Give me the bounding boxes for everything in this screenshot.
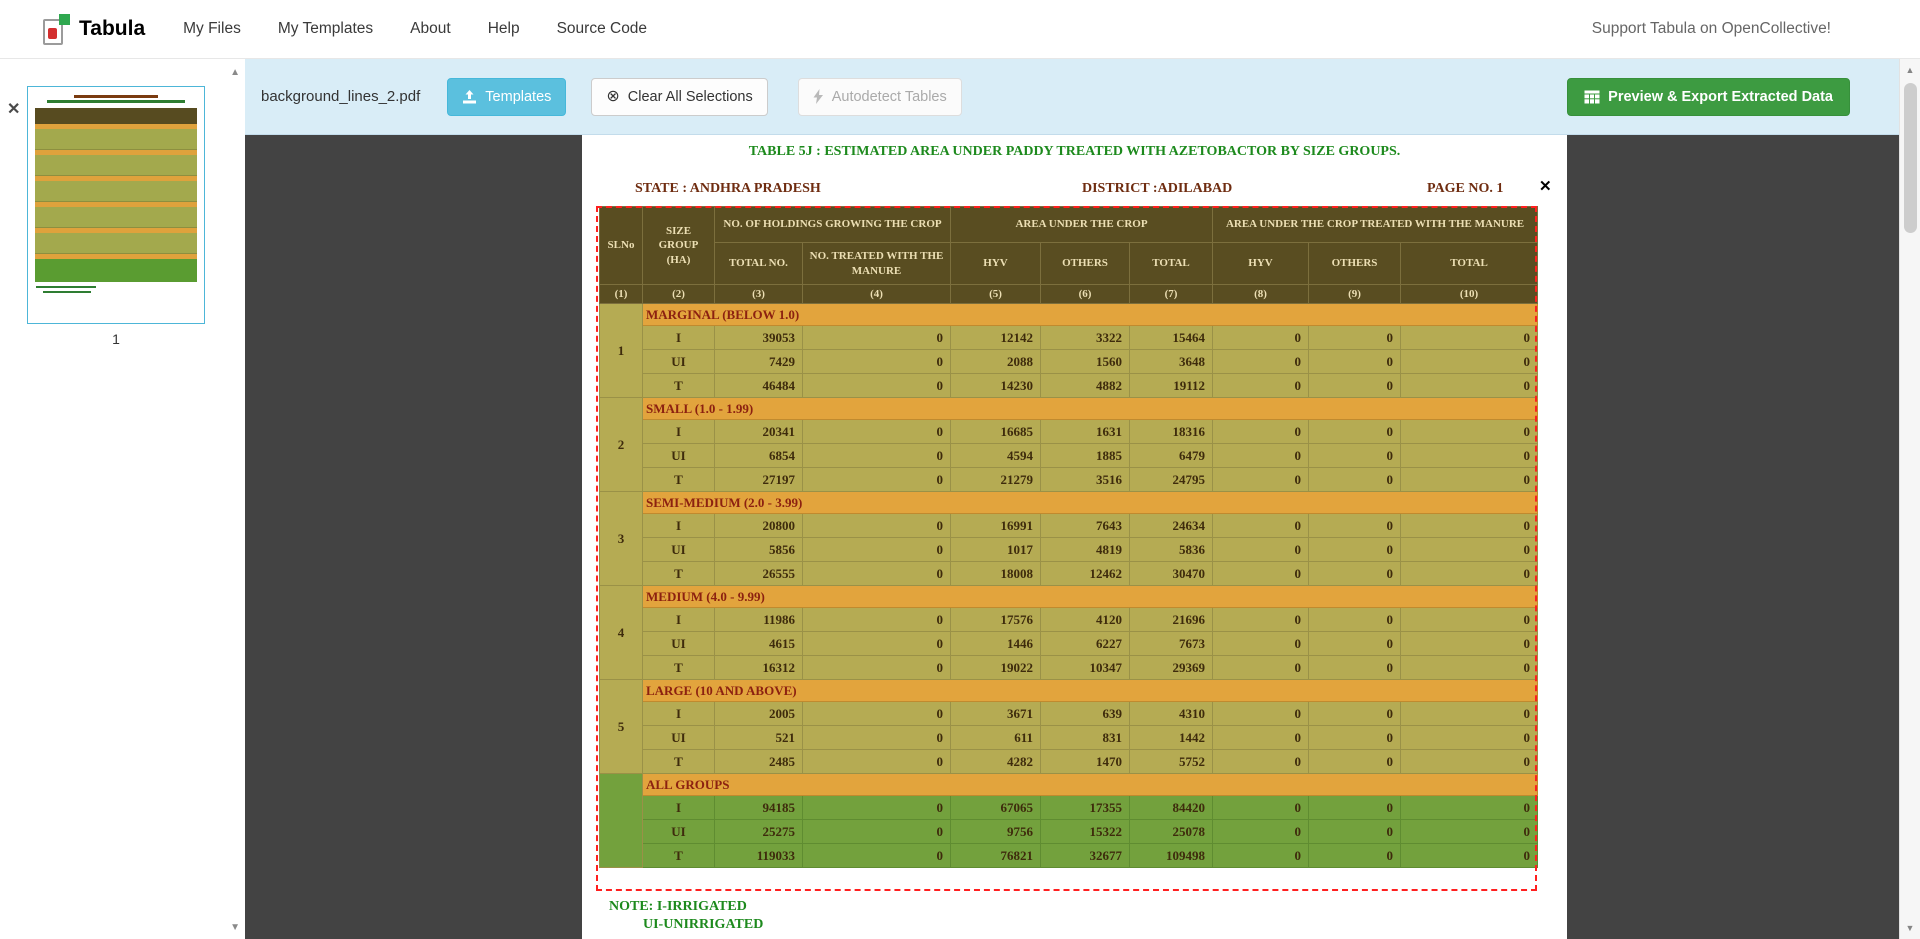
app: { "navbar": { "brand": "Tabula", "links"…	[0, 0, 1920, 939]
filename: background_lines_2.pdf	[261, 88, 420, 105]
scrollbar-up-icon[interactable]: ▲	[1900, 65, 1920, 75]
tabula-logo-icon	[43, 14, 70, 45]
thumbnail-page-number: 1	[27, 331, 205, 347]
nav-link-help[interactable]: Help	[488, 20, 520, 38]
nav-link-about[interactable]: About	[410, 20, 451, 38]
main-area: background_lines_2.pdf Templates ⊗ Clear…	[245, 59, 1920, 939]
document-meta: STATE : ANDHRA PRADESH DISTRICT :ADILABA…	[582, 181, 1567, 201]
templates-button[interactable]: Templates	[447, 78, 566, 116]
nav-link-source-code[interactable]: Source Code	[557, 20, 647, 38]
support-link[interactable]: Support Tabula on OpenCollective!	[1592, 20, 1831, 38]
page-thumbnail[interactable]	[27, 86, 205, 324]
autodetect-label: Autodetect Tables	[832, 89, 947, 105]
page-no-label: PAGE NO. 1	[1427, 181, 1503, 197]
thumb-note-line-2	[43, 291, 91, 293]
pdf-viewer: TABLE 5J : ESTIMATED AREA UNDER PADDY TR…	[245, 135, 1920, 939]
autodetect-tables-button[interactable]: Autodetect Tables	[798, 78, 962, 116]
export-label: Preview & Export Extracted Data	[1608, 89, 1833, 105]
brand-text: Tabula	[79, 17, 145, 41]
brand-link[interactable]: Tabula	[43, 14, 145, 45]
state-label: STATE : ANDHRA PRADESH	[635, 181, 821, 197]
export-button[interactable]: Preview & Export Extracted Data	[1567, 78, 1850, 116]
thumb-table-preview	[35, 108, 197, 282]
lightning-icon	[813, 89, 824, 104]
clear-selections-button[interactable]: ⊗ Clear All Selections	[591, 78, 767, 116]
sidebar-scroll-up-icon[interactable]: ▲	[230, 67, 240, 78]
document-note: NOTE: I-IRRIGATED UI-UNIRRIGATED	[609, 899, 763, 933]
upload-icon	[462, 90, 477, 104]
close-icon[interactable]: ✕	[7, 99, 20, 119]
selection-close-icon[interactable]: ✕	[1539, 177, 1552, 195]
clear-selections-label: Clear All Selections	[628, 89, 753, 105]
clear-circle-icon: ⊗	[606, 89, 619, 105]
templates-label: Templates	[485, 89, 551, 105]
nav-link-my-templates[interactable]: My Templates	[278, 20, 373, 38]
nav-link-my-files[interactable]: My Files	[183, 20, 241, 38]
navbar: Tabula My Files My Templates About Help …	[0, 0, 1920, 59]
selection-box[interactable]	[596, 206, 1537, 891]
scrollbar-thumb[interactable]	[1904, 83, 1917, 233]
district-label: DISTRICT :ADILABAD	[1082, 181, 1232, 197]
logo-pdf-mark	[48, 28, 57, 39]
scrollbar-down-icon[interactable]: ▼	[1900, 923, 1920, 933]
document-title: TABLE 5J : ESTIMATED AREA UNDER PADDY TR…	[582, 144, 1567, 160]
thumb-title-line	[74, 95, 158, 98]
sidebar: ✕ 1 ▲ ▼	[0, 59, 245, 939]
note-line-2: UI-UNIRRIGATED	[643, 917, 763, 933]
thumb-note-line	[36, 286, 96, 288]
toolbar: background_lines_2.pdf Templates ⊗ Clear…	[245, 59, 1920, 135]
nav-links: My Files My Templates About Help Source …	[183, 20, 647, 38]
sidebar-scroll-down-icon[interactable]: ▼	[230, 922, 240, 933]
thumb-subtitle-line	[47, 100, 184, 103]
note-line-1: NOTE: I-IRRIGATED	[609, 899, 763, 915]
window-scrollbar[interactable]: ▲ ▼	[1899, 59, 1920, 939]
logo-green-square	[59, 14, 70, 25]
table-icon	[1584, 90, 1600, 104]
